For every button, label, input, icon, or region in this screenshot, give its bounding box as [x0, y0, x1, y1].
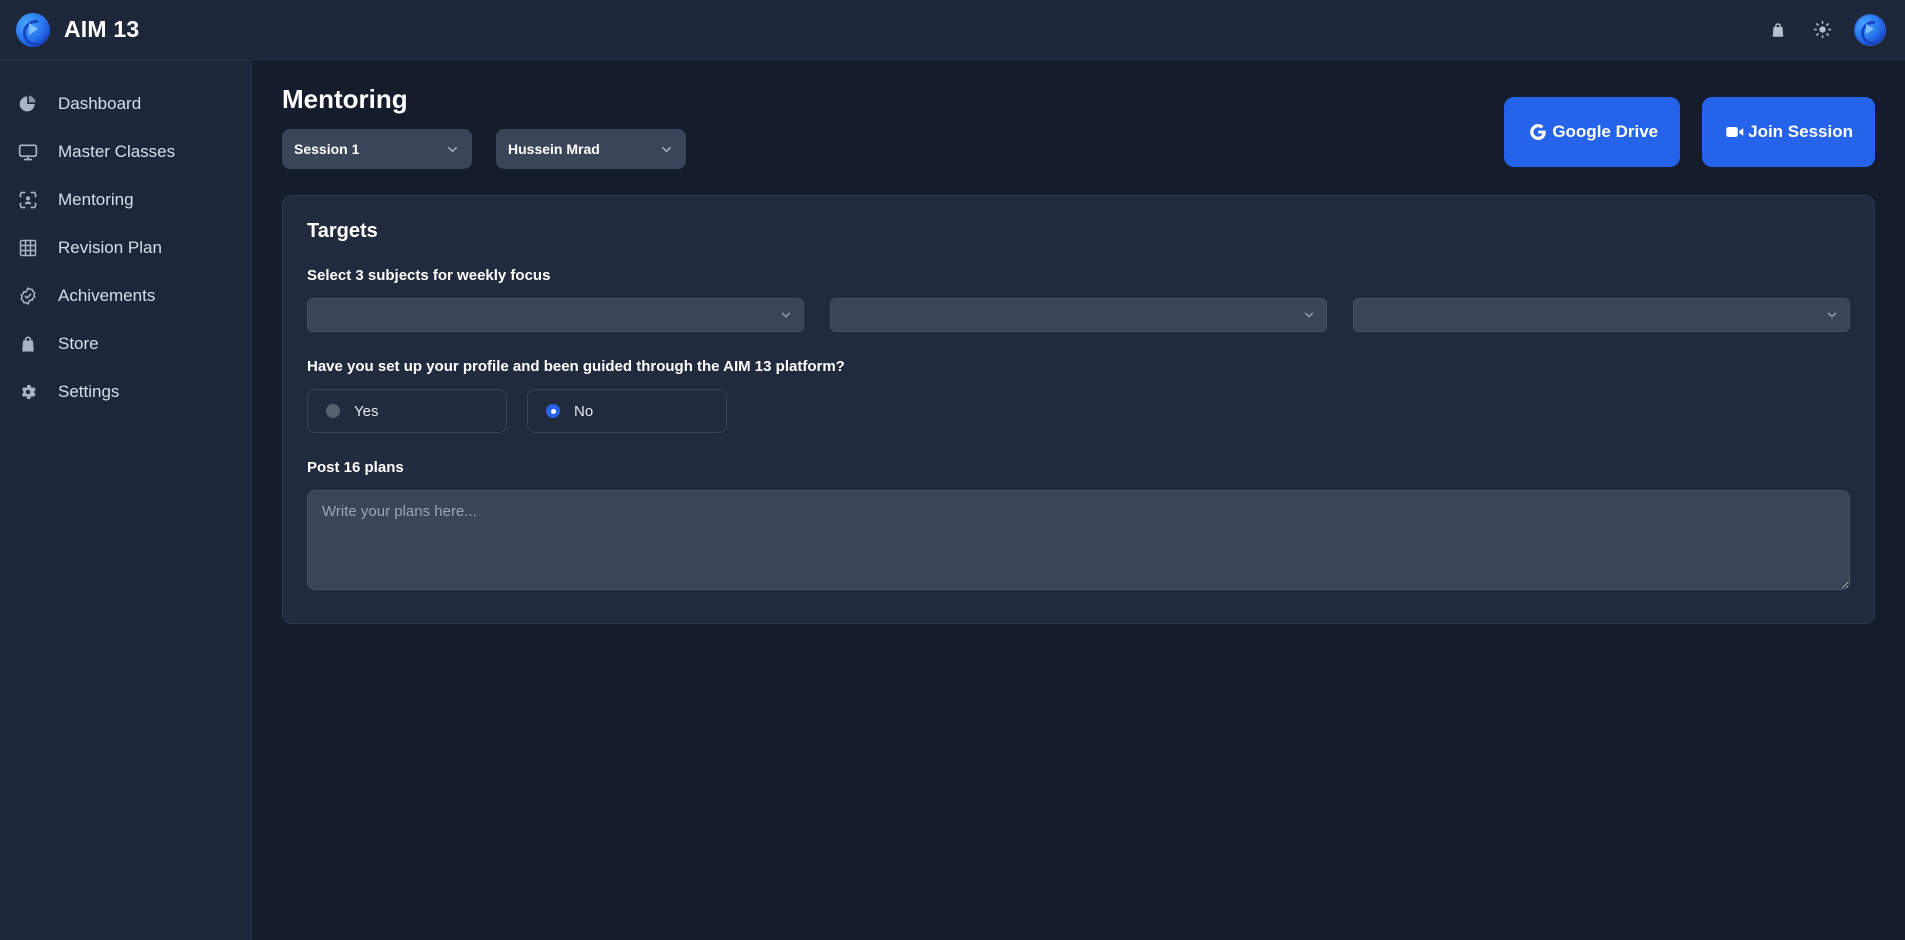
google-drive-button-label: Google Drive — [1552, 122, 1659, 141]
profile-question-label: Have you set up your profile and been gu… — [307, 358, 845, 375]
aim-logo-icon — [16, 12, 50, 47]
google-drive-button[interactable]: Google Drive — [1504, 97, 1681, 167]
badge-check-icon — [16, 284, 40, 308]
topbar-actions — [1767, 14, 1905, 45]
sidebar-item-settings[interactable]: Settings — [0, 368, 251, 416]
sidebar-item-achivements[interactable]: Achivements — [0, 272, 251, 320]
subject-select-3[interactable] — [1353, 298, 1850, 332]
chevron-down-icon — [779, 308, 793, 322]
profile-radio-group: Yes No — [307, 389, 1850, 433]
profile-option-no[interactable]: No — [527, 389, 727, 433]
profile-option-no-label: No — [574, 402, 594, 420]
subjects-label: Select 3 subjects for weekly focus — [307, 267, 551, 284]
sidebar-item-label: Mentoring — [58, 190, 134, 209]
join-session-button-label: Join Session — [1748, 122, 1853, 141]
pie-chart-icon — [16, 92, 40, 116]
profile-option-yes[interactable]: Yes — [307, 389, 507, 433]
top-header-bar: AIM 13 — [0, 0, 1905, 60]
chevron-down-icon — [659, 142, 674, 157]
mentor-select-value: Hussein Mrad — [508, 141, 600, 157]
sidebar-item-label: Dashboard — [58, 94, 142, 113]
chevron-down-icon — [1302, 308, 1316, 322]
session-select-value: Session 1 — [294, 141, 360, 157]
sidebar-item-mentoring[interactable]: Mentoring — [0, 176, 251, 224]
gear-icon — [16, 380, 40, 404]
targets-card: Targets Select 3 subjects for weekly foc… — [282, 195, 1875, 624]
user-focus-icon — [16, 188, 40, 212]
sidebar-item-dashboard[interactable]: Dashboard — [0, 80, 251, 128]
chevron-down-icon — [445, 142, 460, 157]
chevron-down-icon — [1825, 308, 1839, 322]
sidebar-item-master-classes[interactable]: Master Classes — [0, 128, 251, 176]
monitor-icon — [16, 140, 40, 164]
plans-textarea[interactable] — [307, 490, 1850, 590]
shopping-bag-icon[interactable] — [1767, 19, 1789, 41]
toolbar: Session 1 Hussein Mrad Google Drive Join… — [282, 97, 1875, 169]
profile-option-yes-label: Yes — [354, 402, 379, 420]
subject-select-row — [307, 298, 1850, 332]
sidebar-item-label: Store — [58, 334, 99, 353]
subject-select-2[interactable] — [830, 298, 1327, 332]
sidebar-item-store[interactable]: Store — [0, 320, 251, 368]
plans-label: Post 16 plans — [307, 459, 404, 476]
brand[interactable]: AIM 13 — [0, 12, 252, 47]
sun-icon[interactable] — [1811, 19, 1833, 41]
brand-name: AIM 13 — [64, 16, 140, 42]
sidebar-item-label: Revision Plan — [58, 238, 162, 257]
sidebar: Dashboard Master Classes Mentoring Revis… — [0, 60, 252, 940]
targets-card-title: Targets — [307, 220, 378, 242]
main-content: Mentoring Session 1 Hussein Mrad Google … — [252, 60, 1905, 940]
mentor-select[interactable]: Hussein Mrad — [496, 129, 686, 169]
radio-icon — [326, 404, 340, 418]
google-g-icon — [1526, 120, 1550, 144]
shopping-bag-icon — [16, 332, 40, 356]
subject-select-1[interactable] — [307, 298, 804, 332]
join-session-button[interactable]: Join Session — [1702, 97, 1875, 167]
video-camera-icon — [1724, 121, 1746, 143]
sidebar-item-label: Master Classes — [58, 142, 176, 161]
sidebar-item-label: Achivements — [58, 286, 156, 305]
sidebar-item-label: Settings — [58, 382, 120, 401]
sidebar-item-revision-plan[interactable]: Revision Plan — [0, 224, 251, 272]
table-grid-icon — [16, 236, 40, 260]
session-select[interactable]: Session 1 — [282, 129, 472, 169]
radio-selected-icon — [546, 404, 560, 418]
toolbar-actions: Google Drive Join Session — [1504, 97, 1875, 167]
user-avatar-icon[interactable] — [1855, 14, 1885, 45]
